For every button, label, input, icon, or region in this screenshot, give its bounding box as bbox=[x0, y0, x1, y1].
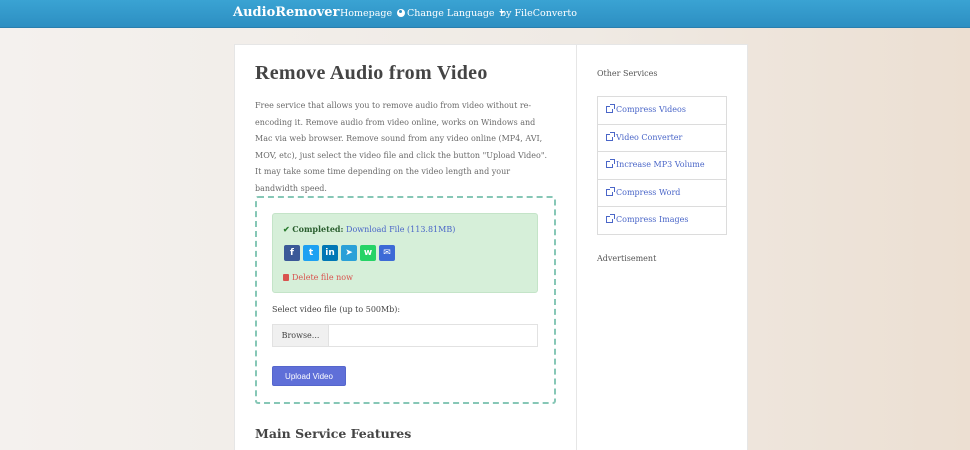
nav-change-language-label: Change Language bbox=[407, 8, 495, 19]
external-link-icon bbox=[606, 131, 615, 141]
download-file-link[interactable]: Download File (113.81MB) bbox=[346, 225, 455, 234]
external-link-icon bbox=[606, 214, 615, 223]
column-divider bbox=[576, 44, 577, 450]
whatsapp-share-icon[interactable]: w bbox=[360, 245, 376, 261]
delete-file-link[interactable]: Delete file now bbox=[283, 273, 353, 282]
globe-icon bbox=[397, 9, 405, 17]
check-icon: ✔ bbox=[283, 224, 290, 234]
linkedin-share-icon[interactable]: in bbox=[322, 245, 338, 261]
browse-button[interactable]: Browse... bbox=[272, 324, 329, 347]
intro-text: Free service that allows you to remove a… bbox=[255, 101, 548, 193]
service-video-converter[interactable]: Video Converter bbox=[598, 123, 726, 152]
service-compress-word[interactable]: Compress Word bbox=[598, 178, 726, 207]
brand-logo[interactable]: AudioRemover bbox=[233, 5, 339, 20]
advertisement-label: Advertisement bbox=[597, 254, 657, 263]
nav-homepage[interactable]: Homepage bbox=[340, 8, 392, 19]
other-services-list: Compress Videos Video Converter Increase… bbox=[597, 96, 727, 235]
email-share-icon[interactable]: ✉ bbox=[379, 245, 395, 261]
external-link-icon bbox=[606, 186, 615, 196]
completed-label: Completed: bbox=[292, 224, 344, 234]
nav-change-language[interactable]: Change Language bbox=[397, 8, 505, 19]
trash-icon bbox=[283, 274, 289, 281]
nav-by-fileconverto[interactable]: by FileConverto bbox=[500, 8, 577, 19]
service-label: Compress Word bbox=[616, 187, 681, 197]
service-label: Increase MP3 Volume bbox=[616, 160, 705, 169]
telegram-share-icon[interactable]: ➤ bbox=[341, 245, 357, 261]
service-compress-videos[interactable]: Compress Videos bbox=[598, 96, 726, 124]
completed-status: ✔ Completed: Download File (113.81MB) bbox=[283, 224, 455, 234]
service-compress-images[interactable]: Compress Images bbox=[598, 206, 726, 234]
select-file-label: Select video file (up to 500Mb): bbox=[272, 305, 401, 314]
facebook-share-icon[interactable]: f bbox=[284, 245, 300, 261]
page-title: Remove Audio from Video bbox=[255, 62, 488, 84]
service-label: Compress Videos bbox=[616, 105, 686, 114]
features-heading: Main Service Features bbox=[255, 426, 412, 441]
external-link-icon bbox=[606, 159, 615, 168]
delete-file-label: Delete file now bbox=[292, 273, 353, 282]
service-increase-mp3-volume[interactable]: Increase MP3 Volume bbox=[598, 151, 726, 179]
external-link-icon bbox=[606, 104, 615, 113]
top-navbar: AudioRemover Homepage Change Language by… bbox=[0, 0, 970, 28]
twitter-share-icon[interactable]: t bbox=[303, 245, 319, 261]
other-services-heading: Other Services bbox=[597, 69, 658, 78]
service-label: Video Converter bbox=[616, 132, 683, 142]
upload-video-button[interactable]: Upload Video bbox=[272, 366, 346, 386]
service-label: Compress Images bbox=[616, 215, 689, 224]
